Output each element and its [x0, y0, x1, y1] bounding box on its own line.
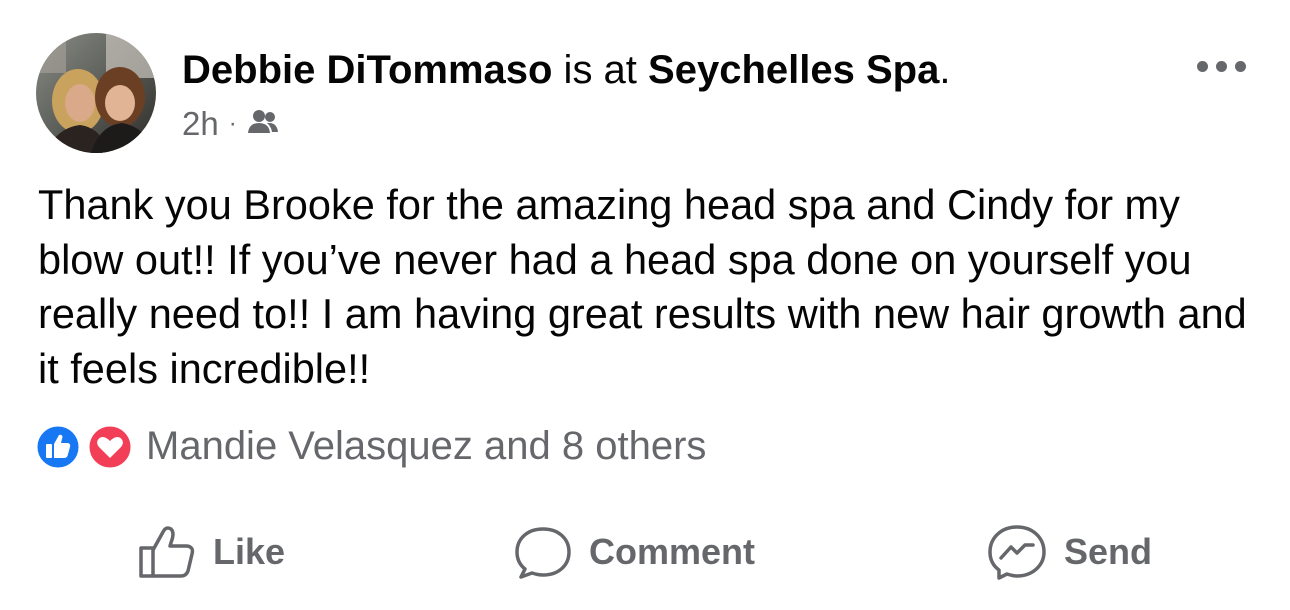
reactions-text: Mandie Velasquez and 8 others [146, 423, 707, 468]
post-meta: 2h · [182, 104, 279, 144]
facebook-post: Debbie DiTommaso is at Seychelles Spa. 2… [0, 0, 1290, 610]
thumbs-up-icon [139, 526, 195, 578]
post-timestamp[interactable]: 2h [182, 105, 219, 143]
meta-separator: · [228, 110, 237, 137]
comment-label: Comment [589, 531, 756, 572]
place-name[interactable]: Seychelles Spa [648, 48, 939, 92]
more-options-icon[interactable] [1197, 56, 1253, 76]
comment-button[interactable]: Comment [513, 522, 755, 582]
comment-icon [515, 527, 571, 579]
more-dot [1235, 60, 1246, 72]
post-header: Debbie DiTommaso is at Seychelles Spa. [182, 44, 950, 96]
messenger-icon [988, 525, 1046, 580]
like-label: Like [213, 531, 286, 572]
love-icon [86, 423, 134, 471]
like-button[interactable]: Like [137, 522, 285, 582]
reaction-icons [34, 421, 137, 471]
post-body: Thank you Brooke for the amazing head sp… [38, 181, 1247, 392]
place-suffix: . [939, 48, 951, 92]
more-dot [1197, 60, 1208, 72]
author-name[interactable]: Debbie DiTommaso [182, 48, 552, 92]
avatar-photo [36, 33, 156, 153]
checkin-connector: is at [552, 48, 649, 92]
like-icon [34, 423, 82, 471]
reactions-summary[interactable]: Mandie Velasquez and 8 others [34, 421, 706, 471]
more-dot [1216, 60, 1227, 72]
friends-icon[interactable] [247, 105, 279, 143]
send-label: Send [1064, 531, 1153, 572]
send-button[interactable]: Send [986, 522, 1152, 582]
author-avatar[interactable] [36, 33, 156, 153]
